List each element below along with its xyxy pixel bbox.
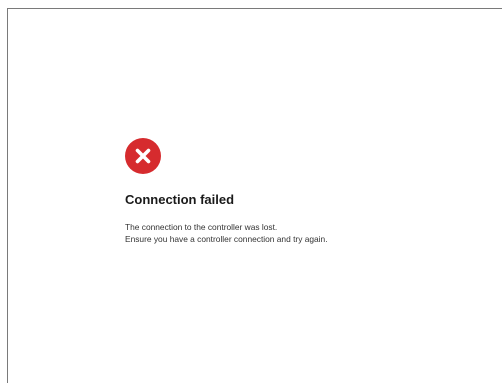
error-message-line: The connection to the controller was los… xyxy=(125,222,278,232)
close-icon xyxy=(135,148,151,164)
error-icon xyxy=(125,138,161,174)
error-message-line: Ensure you have a controller connection … xyxy=(125,234,328,244)
error-title: Connection failed xyxy=(125,192,235,207)
error-panel: Connection failed The connection to the … xyxy=(125,138,485,245)
error-message: The connection to the controller was los… xyxy=(125,221,485,245)
